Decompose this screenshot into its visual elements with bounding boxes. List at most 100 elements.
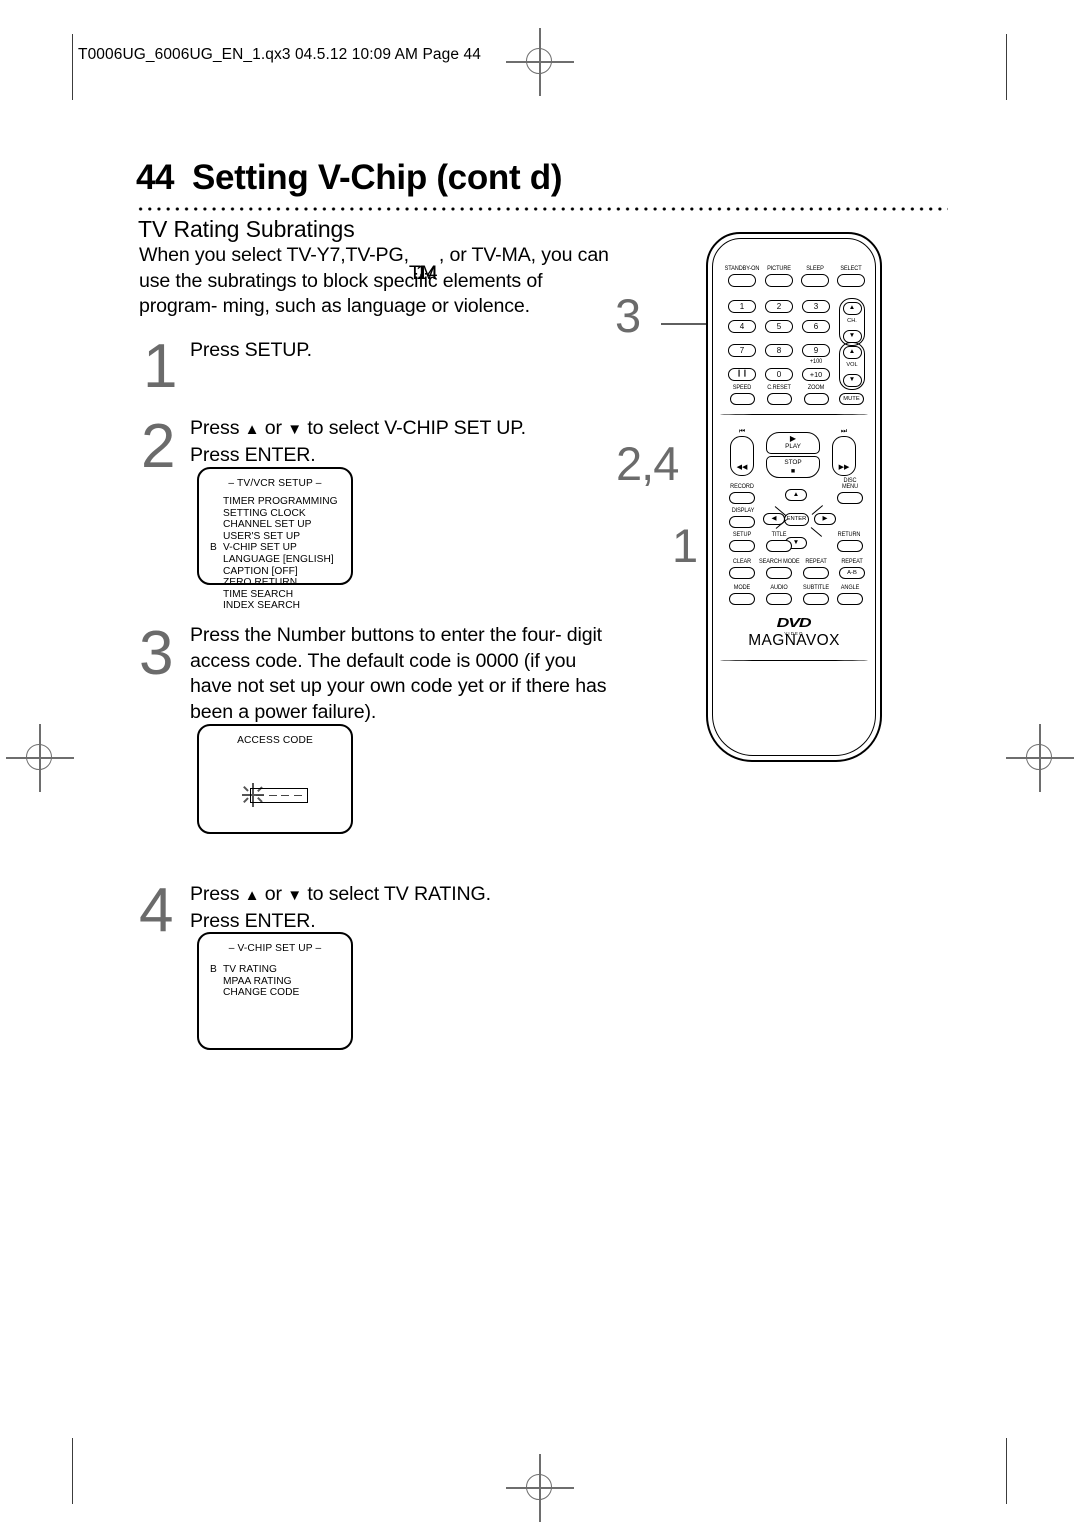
step-4-text: Press ▲ or ▼ to select TV RATING. Press … [190, 882, 610, 934]
osd-item: INDEX SEARCH [223, 600, 351, 612]
display-button[interactable] [729, 516, 755, 528]
setup-button[interactable] [729, 540, 755, 552]
number-button-6-label: 6 [813, 322, 819, 331]
angle-label: ANGLE [840, 584, 860, 592]
osd-access-code: ACCESS CODE [197, 724, 353, 834]
step-1-number: 1 [143, 332, 177, 401]
osd-item-label: TV RATING [223, 964, 278, 975]
repeat-ab-button[interactable]: A-B [839, 567, 865, 579]
clear-label: CLEAR [732, 558, 752, 566]
mute-button[interactable]: MUTE [839, 393, 864, 405]
osd-access-code-title: ACCESS CODE [237, 735, 313, 746]
channel-rocker[interactable]: ▲ CH. ▼ [839, 298, 865, 346]
intro-line1-b: , or TV-MA, you can [438, 244, 609, 266]
zoom-label: ZOOM [807, 384, 825, 392]
channel-down-button[interactable]: ▼ [842, 329, 862, 343]
sleep-label: SLEEP [806, 265, 824, 273]
osd-item-label: MPAA RATING [223, 975, 292, 987]
registration-mark-bottom [504, 1452, 576, 1524]
osd-item: TIME SEARCH [223, 589, 351, 601]
step-4-number: 4 [139, 876, 173, 945]
subtitle-button[interactable] [803, 593, 829, 605]
c-reset-button[interactable] [767, 393, 792, 405]
fast-forward-button[interactable]: ⏭ ▶▶ [832, 428, 856, 476]
disc-menu-label-line2: MENU [841, 483, 859, 491]
fast-forward-icon: ▶▶ [838, 464, 850, 471]
play-button[interactable]: ▶ PLAY [766, 432, 820, 454]
crop-mark-right-top [1006, 34, 1008, 100]
osd-item: CHANGE CODE [223, 987, 351, 999]
registration-mark-right [1004, 722, 1076, 794]
step-2-post: to select V-CHIP SET UP. [302, 417, 526, 439]
navigate-right-button[interactable]: ▶ [814, 513, 836, 525]
step-2-mid: or [259, 417, 288, 439]
volume-rocker[interactable]: ▲ VOL ▼ [839, 342, 865, 390]
osd-item-label: INDEX SEARCH [223, 600, 301, 612]
callout-1: 1 [672, 519, 698, 572]
crop-mark-right-bottom [1006, 1438, 1008, 1504]
rewind-button[interactable]: ⏮ ◀◀ [730, 428, 754, 476]
picture-button[interactable] [765, 274, 793, 287]
osd-cursor-icon: B [210, 542, 217, 554]
select-button[interactable] [837, 274, 865, 287]
channel-up-button[interactable]: ▲ [842, 301, 862, 315]
clear-button[interactable] [729, 567, 755, 579]
up-arrow-icon: ▲ [244, 421, 260, 438]
osd-item-label: ZERO RETURN [223, 577, 298, 589]
brand-name: MAGNAVOX [748, 632, 840, 649]
navigate-up-button[interactable]: ▲ [785, 489, 807, 501]
stop-button[interactable]: STOP ■ [766, 456, 820, 478]
code-digit-placeholder [293, 794, 302, 797]
stop-label: STOP [784, 459, 802, 466]
step-3-line3: have not set up your own code yet or if … [190, 675, 607, 697]
record-label: RECORD [730, 483, 754, 491]
osd-item-selected: B V-CHIP SET UP [210, 542, 351, 554]
osd-item-label: CAPTION [OFF] [223, 565, 298, 577]
osd-item: MPAA RATING [223, 976, 351, 988]
title-label: TITLE [771, 531, 787, 539]
osd-item-label: TIME SEARCH [223, 588, 294, 600]
crop-mark-left-bottom [72, 1438, 74, 1504]
osd-vchip-title: – V-CHIP SET UP – [228, 943, 322, 954]
enter-button[interactable]: ENTER [784, 513, 809, 526]
disc-menu-button[interactable] [837, 492, 863, 504]
audio-button[interactable] [766, 593, 792, 605]
record-button[interactable] [729, 492, 755, 504]
page-header: T0006UG_6006UG_EN_1.qx3 04.5.12 10:09 AM… [78, 46, 481, 63]
speed-button[interactable] [730, 393, 755, 405]
volume-down-button[interactable]: ▼ [842, 373, 862, 387]
registration-mark-left [4, 722, 76, 794]
access-code-field[interactable] [238, 782, 312, 808]
osd-item-selected: B TV RATING [210, 964, 351, 976]
registration-mark-top [504, 26, 576, 98]
osd-item-label: CHANGE CODE [223, 987, 300, 999]
subtitle-label: SUBTITLE [803, 584, 829, 592]
step-2-number: 2 [141, 412, 175, 481]
step-4-pre: Press [190, 883, 245, 905]
number-button-4-label: 4 [739, 322, 745, 331]
osd-item: LANGUAGE [ENGLISH] [223, 554, 351, 566]
setup-label: SETUP [732, 531, 752, 539]
osd-item-label: USER'S SET UP [223, 530, 301, 542]
osd-item: CHANNEL SET UP [223, 519, 351, 531]
angle-button[interactable] [837, 593, 863, 605]
mode-button[interactable] [729, 593, 755, 605]
title-button[interactable] [766, 540, 792, 552]
osd-tvvcr-list: TIMER PROGRAMMING SETTING CLOCK CHANNEL … [199, 496, 351, 612]
zoom-button[interactable] [804, 393, 829, 405]
sleep-button[interactable] [801, 274, 829, 287]
osd-item-label: CHANNEL SET UP [223, 519, 312, 531]
return-button[interactable] [837, 540, 863, 552]
step-2-line2: Press ENTER. [190, 443, 316, 466]
return-label: RETURN [837, 531, 861, 539]
standby-on-label: STANDBY-ON [724, 265, 760, 273]
standby-on-button[interactable] [728, 274, 756, 287]
repeat-button[interactable] [803, 567, 829, 579]
search-mode-button[interactable] [766, 567, 792, 579]
step-3-line1: Press the Number buttons to enter the fo… [190, 624, 562, 646]
volume-up-button[interactable]: ▲ [842, 345, 862, 359]
mode-label: MODE [733, 584, 751, 592]
page-number: 44 [136, 158, 174, 197]
step-4-mid: or [259, 883, 288, 905]
number-button-3-label: 3 [813, 302, 819, 311]
